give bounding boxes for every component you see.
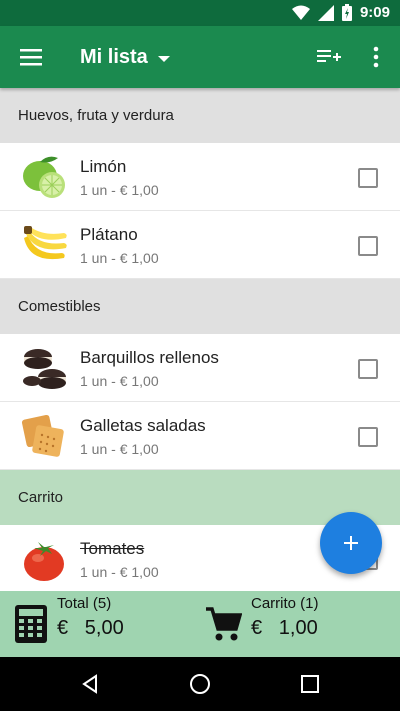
navigation-bar: [0, 657, 400, 711]
tomato-icon: [24, 542, 64, 581]
signal-icon: [317, 4, 334, 21]
wifi-icon: [291, 5, 310, 20]
calculator-icon: [15, 605, 47, 643]
item-name: Galletas saladas: [80, 416, 206, 435]
clock: 9:09: [359, 4, 390, 21]
list-selector[interactable]: Mi lista: [80, 46, 170, 69]
app-bar: Mi lista: [0, 26, 400, 88]
add-item-button[interactable]: [320, 512, 382, 574]
cookies-icon: [23, 349, 66, 389]
item-detail: 1 un - € 1,00: [80, 441, 159, 457]
list-item[interactable]: Galletas saladas 1 un - € 1,00: [0, 402, 400, 470]
menu-icon[interactable]: [20, 46, 42, 68]
cart-label: Carrito (1): [251, 595, 319, 612]
list-item[interactable]: Plátano 1 un - € 1,00: [0, 211, 400, 279]
item-detail: 1 un - € 1,00: [80, 250, 159, 266]
caret-down-icon: [157, 55, 170, 62]
item-name: Tomates: [80, 539, 145, 558]
total-amount: € 5,00: [57, 617, 124, 639]
item-checkbox[interactable]: [358, 236, 378, 256]
cart-icon: [206, 607, 242, 641]
lime-icon: [23, 156, 65, 198]
banana-icon: [24, 226, 67, 260]
item-name: Limón: [80, 157, 127, 176]
item-checkbox[interactable]: [358, 359, 378, 379]
page-title: Mi lista: [80, 46, 148, 68]
item-name: Barquillos rellenos: [80, 348, 219, 367]
item-name: Plátano: [80, 225, 138, 244]
total-label: Total (5): [57, 595, 112, 612]
list-item[interactable]: Barquillos rellenos 1 un - € 1,00: [0, 334, 400, 402]
section-header: Comestibles: [0, 279, 400, 334]
cart-amount: € 1,00: [251, 617, 318, 639]
item-detail: 1 un - € 1,00: [80, 564, 159, 580]
back-icon[interactable]: [80, 674, 100, 694]
home-icon[interactable]: [189, 673, 211, 695]
item-detail: 1 un - € 1,00: [80, 373, 159, 389]
item-checkbox[interactable]: [358, 168, 378, 188]
item-detail: 1 un - € 1,00: [80, 182, 159, 198]
totals-bar: Total (5) € 5,00 Carrito (1) € 1,00: [0, 591, 400, 657]
section-header: Huevos, fruta y verdura: [0, 88, 400, 143]
recents-icon[interactable]: [301, 675, 319, 693]
plus-icon: [344, 536, 358, 550]
item-checkbox[interactable]: [358, 427, 378, 447]
playlist-add-icon[interactable]: [317, 46, 341, 68]
list-item[interactable]: Limón 1 un - € 1,00: [0, 143, 400, 211]
more-vert-icon[interactable]: [366, 45, 386, 69]
status-bar: 9:09: [0, 0, 400, 26]
battery-icon: [341, 4, 352, 21]
crackers-icon: [21, 414, 64, 457]
